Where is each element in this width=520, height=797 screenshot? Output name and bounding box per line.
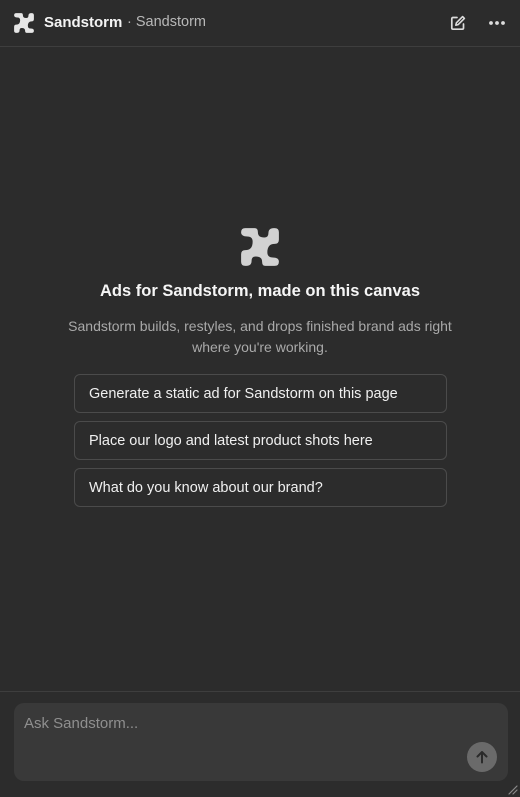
assistant-panel: Sandstorm · Sandstorm Ads for Sandstorm,…: [0, 0, 520, 797]
workspace-name: · Sandstorm: [127, 14, 206, 30]
arrow-up-icon: [476, 751, 488, 764]
resize-handle-icon[interactable]: [506, 783, 518, 795]
more-horizontal-icon: [489, 21, 505, 25]
suggestion-brand-knowledge[interactable]: What do you know about our brand?: [74, 468, 447, 507]
suggestion-generate-static-ad[interactable]: Generate a static ad for Sandstorm on th…: [74, 374, 447, 413]
send-button[interactable]: [467, 742, 497, 772]
composer: [14, 703, 508, 781]
new-chat-button[interactable]: [444, 10, 472, 36]
composer-divider: [0, 691, 520, 692]
more-options-button[interactable]: [483, 10, 511, 36]
sandstorm-logo-icon: [14, 13, 34, 33]
app-title: Sandstorm: [44, 14, 123, 31]
panel-header: Sandstorm · Sandstorm: [0, 0, 520, 47]
sandstorm-logo-icon: [241, 228, 279, 266]
suggestion-place-logo[interactable]: Place our logo and latest product shots …: [74, 421, 447, 460]
suggestion-label: Generate a static ad for Sandstorm on th…: [89, 385, 398, 402]
suggestion-label: Place our logo and latest product shots …: [89, 432, 373, 449]
hero-description: Sandstorm builds, restyles, and drops fi…: [68, 318, 452, 355]
message-input[interactable]: [24, 711, 464, 735]
edit-square-icon: [450, 15, 466, 31]
suggestion-label: What do you know about our brand?: [89, 479, 323, 496]
hero-title: Ads for Sandstorm, made on this canvas: [100, 282, 420, 300]
